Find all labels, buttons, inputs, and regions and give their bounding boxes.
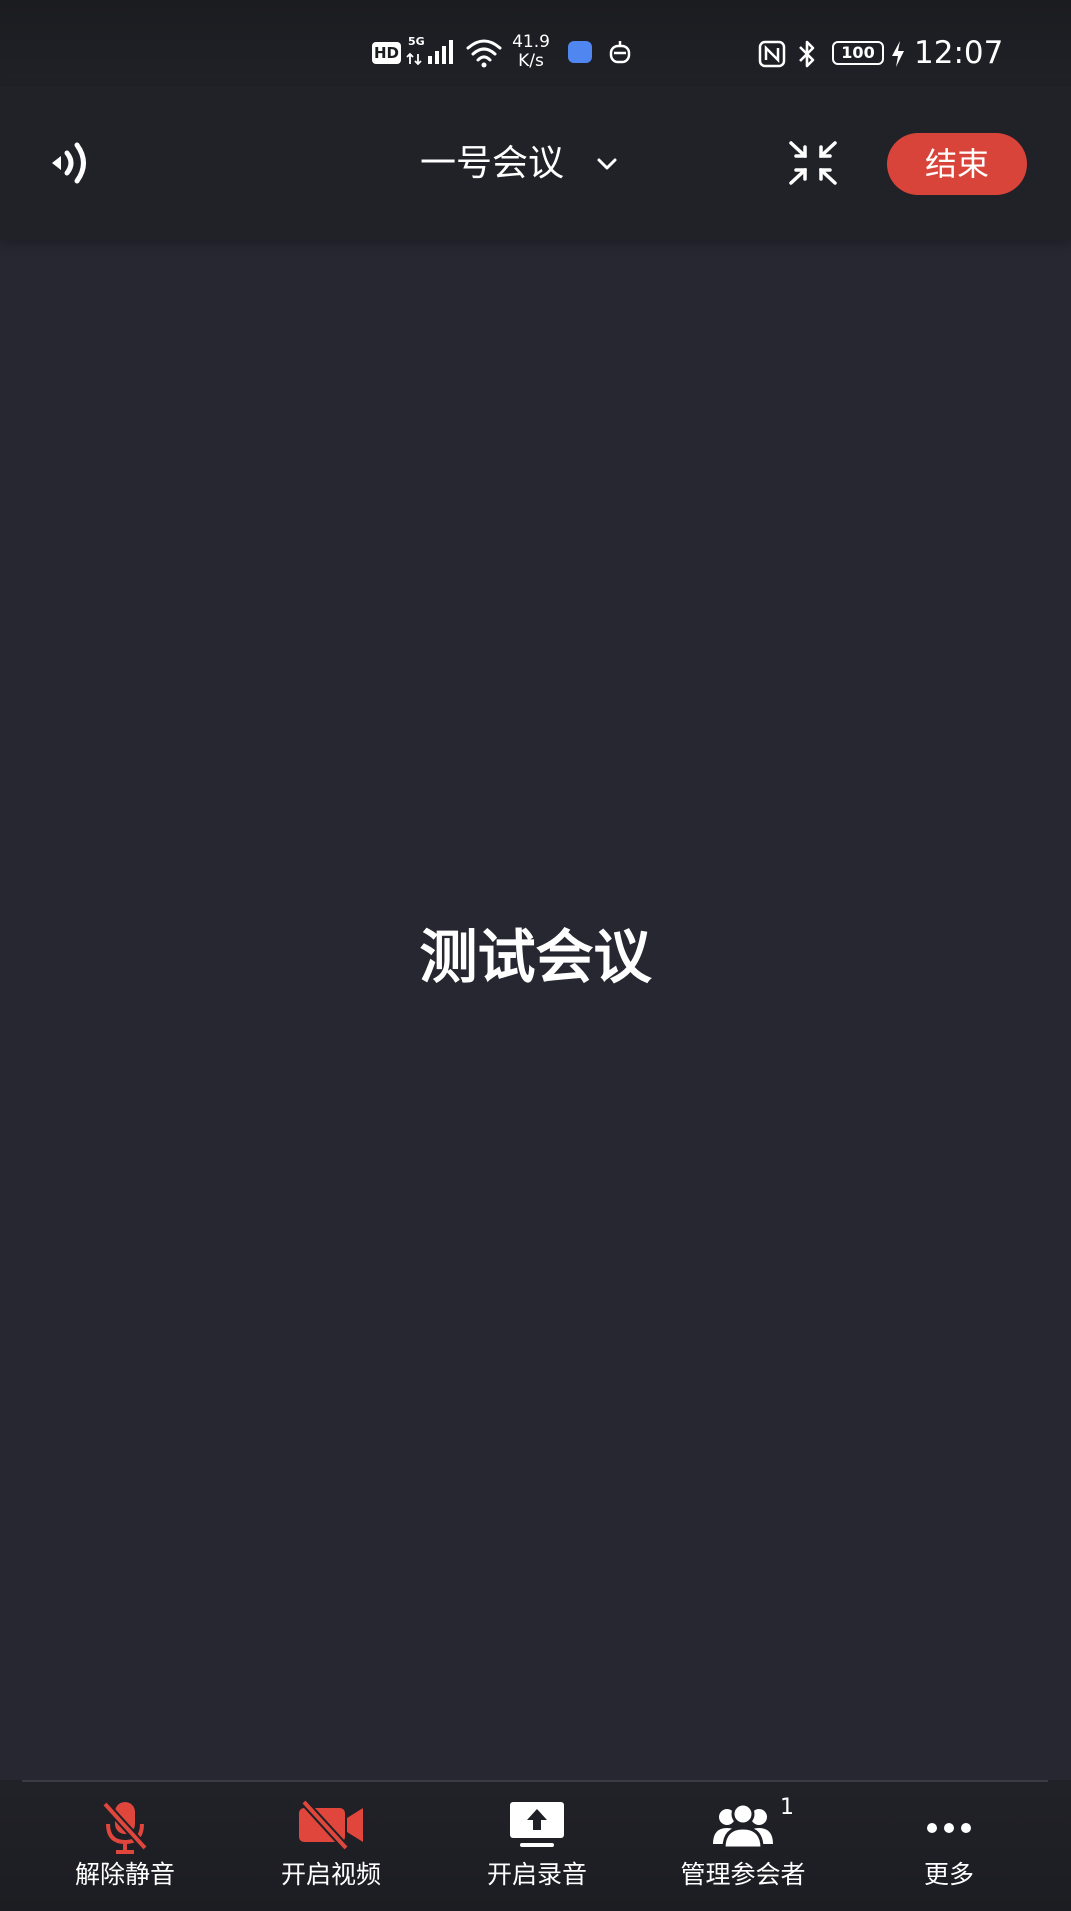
chevron-down-icon: [597, 158, 617, 170]
meeting-header: 一号会议 结束: [0, 86, 1071, 240]
start-video-button[interactable]: 开启视频: [228, 1780, 434, 1911]
app-notification-icon: [568, 41, 592, 63]
hd-badge: HD: [372, 42, 401, 64]
meeting-toolbar: 解除静音 开启视频 开启录音 1 管理参会者 更多: [0, 1780, 1071, 1911]
status-bar: HD 5G 41.9 K/s 100 12:07: [0, 0, 1071, 86]
unmute-button[interactable]: 解除静音: [22, 1780, 228, 1911]
mic-off-icon: [102, 1801, 148, 1854]
manage-participants-button[interactable]: 1 管理参会者: [640, 1780, 846, 1911]
tool-label: 更多: [923, 1860, 974, 1889]
screen-upload-icon: [510, 1802, 564, 1847]
video-area: 测试会议: [0, 240, 1071, 1780]
network-type-label: 5G: [408, 35, 425, 48]
nfc-icon: [758, 40, 786, 68]
tool-label: 开启视频: [280, 1860, 381, 1889]
network-speed: 41.9 K/s: [512, 32, 550, 71]
meeting-title: 一号会议: [420, 143, 565, 184]
participants-icon: [713, 1802, 773, 1850]
collapse-icon[interactable]: [788, 140, 838, 186]
tool-label: 开启录音: [486, 1860, 587, 1889]
charging-icon: [892, 41, 904, 67]
meeting-title-dropdown[interactable]: 一号会议: [420, 136, 620, 192]
meeting-name-placeholder: 测试会议: [419, 923, 652, 991]
participant-count-badge: 1: [780, 1795, 794, 1820]
more-icon: [927, 1823, 971, 1833]
speaker-icon[interactable]: [50, 138, 96, 188]
bluetooth-icon: [799, 40, 815, 68]
tool-label: 管理参会者: [680, 1860, 806, 1889]
wifi-icon: [466, 39, 502, 68]
more-button[interactable]: 更多: [846, 1780, 1052, 1911]
start-recording-button[interactable]: 开启录音: [434, 1780, 640, 1911]
clock: 12:07: [914, 35, 1004, 71]
meeting-screen: HD 5G 41.9 K/s 100 12:07 一号会议 结束 测试会议 解除…: [0, 0, 1071, 1911]
battery-indicator: 100: [832, 41, 884, 65]
tool-label: 解除静音: [74, 1860, 175, 1889]
robot-notification-icon: [609, 41, 631, 64]
end-meeting-button[interactable]: 结束: [887, 133, 1027, 195]
video-off-icon: [299, 1800, 363, 1850]
